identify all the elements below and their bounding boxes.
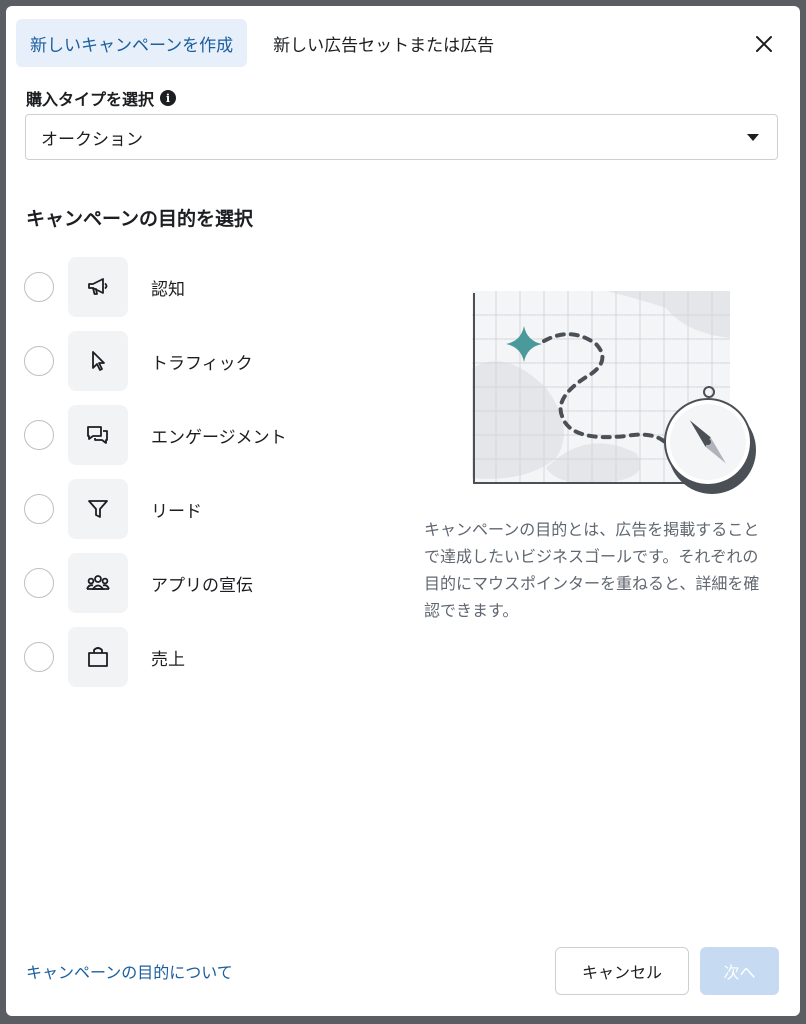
- objective-leads[interactable]: リード: [24, 478, 202, 540]
- cursor-icon: [68, 331, 128, 391]
- objective-help-link[interactable]: キャンペーンの目的について: [26, 959, 233, 983]
- objective-radio[interactable]: [24, 642, 54, 672]
- objective-radio[interactable]: [24, 272, 54, 302]
- cancel-button[interactable]: キャンセル: [555, 947, 689, 995]
- objective-radio[interactable]: [24, 420, 54, 450]
- objective-radio[interactable]: [24, 494, 54, 524]
- objective-radio[interactable]: [24, 346, 54, 376]
- dialog-tabs: 新しいキャンペーンを作成 新しい広告セットまたは広告: [16, 19, 508, 67]
- tab-new-adset-or-ad[interactable]: 新しい広告セットまたは広告: [259, 19, 508, 67]
- people-icon: [68, 553, 128, 613]
- objective-label: リード: [151, 501, 202, 522]
- objective-awareness[interactable]: 認知: [24, 256, 185, 318]
- objective-label: 売上: [151, 649, 185, 670]
- tab-new-campaign[interactable]: 新しいキャンペーンを作成: [16, 19, 248, 67]
- shopping-bag-icon: [68, 627, 128, 687]
- caret-down-icon: [747, 134, 759, 141]
- objective-radio[interactable]: [24, 568, 54, 598]
- objective-label: アプリの宣伝: [151, 575, 253, 596]
- info-icon[interactable]: i: [160, 90, 177, 106]
- purchase-type-select[interactable]: オークション: [25, 114, 778, 160]
- objective-section-title: キャンペーンの目的を選択: [26, 208, 254, 230]
- objective-engagement[interactable]: エンゲージメント: [24, 404, 287, 466]
- objective-label: トラフィック: [151, 353, 253, 374]
- objective-help-text: キャンペーンの目的とは、広告を掲載することで達成したいビジネスゴールです。それぞ…: [424, 520, 760, 620]
- map-compass-illustration: [466, 278, 756, 507]
- objective-app-promotion[interactable]: アプリの宣伝: [24, 552, 253, 614]
- purchase-type-label: 購入タイプを選択 i: [26, 86, 177, 110]
- megaphone-icon: [68, 257, 128, 317]
- purchase-type-value: オークション: [41, 129, 143, 150]
- objective-label: エンゲージメント: [151, 427, 287, 448]
- next-button[interactable]: 次へ: [700, 947, 779, 995]
- objective-traffic[interactable]: トラフィック: [24, 330, 253, 392]
- funnel-icon: [68, 479, 128, 539]
- objective-sales[interactable]: 売上: [24, 626, 185, 688]
- close-icon[interactable]: [752, 32, 776, 56]
- purchase-type-label-text: 購入タイプを選択: [26, 90, 155, 109]
- chat-bubbles-icon: [68, 405, 128, 465]
- objective-label: 認知: [151, 279, 185, 300]
- create-campaign-dialog: 新しいキャンペーンを作成 新しい広告セットまたは広告 購入タイプを選択 i オー…: [6, 6, 800, 1016]
